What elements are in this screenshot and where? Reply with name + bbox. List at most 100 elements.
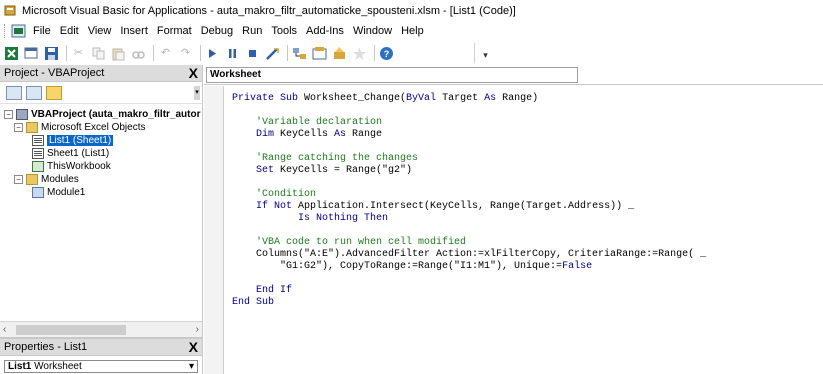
menu-help[interactable]: Help xyxy=(401,25,424,37)
scrollbar-thumb[interactable] xyxy=(16,325,126,335)
code-line[interactable]: "G1:G2"), CopyToRange:=Range("I1:M1"), U… xyxy=(232,261,706,273)
code-text: KeyCells = Range("g2") xyxy=(280,165,413,176)
properties-window-icon[interactable] xyxy=(312,46,327,61)
project-tree: − VBAProject (auta_makro_filtr_autor − M… xyxy=(0,104,202,198)
undo-icon[interactable]: ↶ xyxy=(158,46,173,61)
redo-icon[interactable]: ↷ xyxy=(178,46,193,61)
tree-label-modules: Modules xyxy=(41,174,79,185)
panel-scroll-indicator[interactable]: ▾ xyxy=(194,86,200,100)
collapse-icon[interactable]: − xyxy=(14,175,23,184)
chevron-down-icon[interactable]: ▾ xyxy=(189,361,194,372)
code-keyword: Is Nothing Then xyxy=(232,213,389,224)
project-panel-toolbar: ▾ xyxy=(0,82,202,104)
properties-object-select[interactable]: List1 Worksheet ▾ xyxy=(4,360,198,373)
copy-icon[interactable] xyxy=(91,46,106,61)
code-line[interactable]: 'VBA code to run when cell modified xyxy=(232,237,706,249)
view-object-icon[interactable] xyxy=(26,85,42,100)
break-icon[interactable] xyxy=(225,46,240,61)
excel-view-icon[interactable] xyxy=(11,24,27,38)
tree-item-sheet1[interactable]: Sheet1 (List1) xyxy=(32,147,109,160)
toggle-folders-icon[interactable] xyxy=(46,85,62,100)
workbook-icon xyxy=(32,161,44,172)
tree-label-vbaproject: VBAProject (auta_makro_filtr_autor xyxy=(31,109,201,120)
tree-label-list1: List1 (Sheet1) xyxy=(47,135,114,146)
code-line[interactable] xyxy=(232,105,706,117)
code-line[interactable] xyxy=(232,225,706,237)
folder-icon xyxy=(26,174,38,185)
menu-edit[interactable]: Edit xyxy=(60,25,79,37)
code-comment: 'Condition xyxy=(232,189,317,200)
project-explorer-icon[interactable] xyxy=(292,46,307,61)
code-line[interactable]: End Sub xyxy=(232,297,706,309)
reset-icon[interactable] xyxy=(245,46,260,61)
view-code-icon[interactable] xyxy=(6,85,22,100)
properties-object-value: List1 Worksheet xyxy=(8,361,82,372)
code-line[interactable]: 'Variable declaration xyxy=(232,117,706,129)
menu-run[interactable]: Run xyxy=(242,25,262,37)
code-line[interactable]: Columns("A:E").AdvancedFilter Action:=xl… xyxy=(232,249,706,261)
code-line[interactable]: If Not Application.Intersect(KeyCells, R… xyxy=(232,201,706,213)
code-line[interactable] xyxy=(232,273,706,285)
code-line[interactable]: Set KeyCells = Range("g2") xyxy=(232,165,706,177)
help-icon[interactable]: ? xyxy=(379,46,394,61)
project-explorer-panel: Project - VBAProject X ▾ − VBAProject (a… xyxy=(0,65,203,337)
vba-app-icon xyxy=(4,4,17,17)
toolbar-separator xyxy=(287,45,288,61)
collapse-icon[interactable]: − xyxy=(4,110,13,119)
design-mode-icon[interactable] xyxy=(265,46,280,61)
code-line[interactable]: End If xyxy=(232,285,706,297)
code-editor[interactable]: Private Sub Worksheet_Change(ByVal Targe… xyxy=(232,93,706,309)
tree-item-list1[interactable]: List1 (Sheet1) xyxy=(32,134,114,147)
paste-icon[interactable] xyxy=(111,46,126,61)
tree-item-vbaproject[interactable]: − VBAProject (auta_makro_filtr_autor xyxy=(4,108,201,121)
code-line[interactable] xyxy=(232,177,706,189)
collapse-icon[interactable]: − xyxy=(14,123,23,132)
tree-item-modules[interactable]: − Modules xyxy=(14,173,79,186)
menu-view[interactable]: View xyxy=(88,25,112,37)
toolbox-icon[interactable] xyxy=(352,46,367,61)
menu-file[interactable]: File xyxy=(33,25,51,37)
menu-window[interactable]: Window xyxy=(353,25,392,37)
horizontal-scrollbar[interactable]: ‹ › xyxy=(0,321,202,337)
code-keyword: False xyxy=(562,261,593,272)
toolbar-separator xyxy=(153,45,154,61)
scroll-left-icon[interactable]: ‹ xyxy=(3,324,6,335)
code-line[interactable]: 'Condition xyxy=(232,189,706,201)
code-line[interactable] xyxy=(232,141,706,153)
menu-debug[interactable]: Debug xyxy=(201,25,233,37)
menu-add-ins[interactable]: Add-Ins xyxy=(306,25,344,37)
save-icon[interactable] xyxy=(44,46,59,61)
code-window: Worksheet Private Sub Worksheet_Change(B… xyxy=(204,65,823,374)
properties-panel-header: Properties - List1 X xyxy=(0,339,202,356)
code-line[interactable]: Private Sub Worksheet_Change(ByVal Targe… xyxy=(232,93,706,105)
code-text: Columns("A:E").AdvancedFilter Action:=xl… xyxy=(232,249,707,260)
tree-item-module1[interactable]: Module1 xyxy=(32,186,85,199)
properties-panel: Properties - List1 X List1 Worksheet ▾ xyxy=(0,337,203,374)
menu-grip[interactable] xyxy=(4,24,7,38)
object-browser-icon[interactable] xyxy=(332,46,347,61)
close-icon[interactable]: X xyxy=(189,66,198,80)
tree-item-thisworkbook[interactable]: ThisWorkbook xyxy=(32,160,111,173)
insert-form-icon[interactable] xyxy=(24,46,39,61)
find-icon[interactable] xyxy=(131,46,146,61)
tree-item-excel-objects[interactable]: − Microsoft Excel Objects xyxy=(14,121,145,134)
toolbar-options-dropdown[interactable]: ▾ xyxy=(474,43,496,63)
menu-format[interactable]: Format xyxy=(157,25,192,37)
run-icon[interactable] xyxy=(205,46,220,61)
close-icon[interactable]: X xyxy=(189,340,198,354)
cut-icon[interactable]: ✂ xyxy=(71,46,86,61)
title-bar: Microsoft Visual Basic for Applications … xyxy=(0,0,823,21)
scroll-right-icon[interactable]: › xyxy=(196,324,199,335)
code-line[interactable]: Dim KeyCells As Range xyxy=(232,129,706,141)
code-line[interactable]: Is Nothing Then xyxy=(232,213,706,225)
object-combobox[interactable]: Worksheet xyxy=(206,66,578,83)
code-line[interactable]: 'Range catching the changes xyxy=(232,153,706,165)
excel-view-icon[interactable] xyxy=(4,46,19,61)
menu-tools[interactable]: Tools xyxy=(271,25,297,37)
toolbar-separator xyxy=(374,45,375,61)
code-margin-indicator-bar[interactable] xyxy=(204,86,224,374)
code-keyword: End If xyxy=(232,285,293,296)
module-icon xyxy=(32,187,44,198)
code-window-topbar: Worksheet xyxy=(204,65,823,85)
menu-insert[interactable]: Insert xyxy=(120,25,148,37)
